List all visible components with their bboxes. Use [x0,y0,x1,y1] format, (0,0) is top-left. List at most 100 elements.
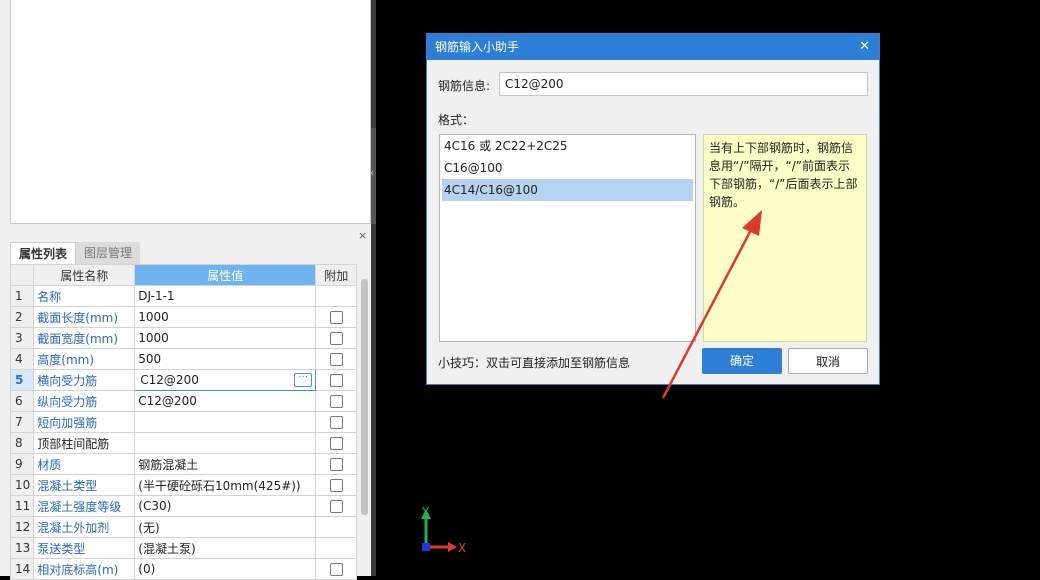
property-value[interactable]: (0) [134,558,317,580]
panel-splitter[interactable] [370,0,376,576]
property-value[interactable]: (C30) [134,495,317,517]
extra-checkbox[interactable] [329,416,343,429]
extra-checkbox[interactable] [329,458,343,471]
axis-indicator: Y X [421,505,466,555]
row-number: 1 [9,285,35,307]
property-name: 混凝土强度等级 [33,495,136,517]
splitter-collapse-handle[interactable] [370,128,376,224]
property-extra [315,537,358,559]
cancel-button[interactable]: 取消 [788,348,868,374]
property-extra [315,306,358,328]
extra-checkbox[interactable] [329,311,343,324]
tab-layer-manager[interactable]: 图层管理 [76,242,141,264]
tip-text: 小技巧：双击可直接添加至钢筋信息 [438,356,631,370]
table-row[interactable]: 9 材质 钢筋混凝土 [9,453,358,475]
property-value-text: C12@200 [140,373,199,387]
table-row[interactable]: 14 相对底标高(m) (0) [9,558,358,580]
row-number: 12 [9,516,35,538]
table-row[interactable]: 2 截面长度(mm) 1000 [9,306,358,328]
property-name: 横向受力筋 [33,369,136,391]
list-item[interactable]: 4C16 或 2C22+2C25 [440,135,695,157]
dialog-title-bar[interactable]: 钢筋输入小助手 ✕ [427,34,879,60]
table-row[interactable]: 1 名称 DJ-1-1 [9,285,358,307]
property-value[interactable]: (无) [134,516,317,538]
property-table: 属性名称 属性值 附加 1 名称 DJ-1-1 2 截面长度(mm) 1000 3 截面宽度(… [9,264,358,580]
property-value[interactable]: C12@200 [134,390,317,412]
property-value-text: (无) [138,520,160,535]
header-property-value[interactable]: 属性值 [134,264,317,286]
preview-area [10,0,371,224]
row-number: 6 [9,390,35,412]
table-row[interactable]: 12 混凝土外加剂 (无) [9,516,358,538]
table-row[interactable]: 5 横向受力筋 C12@200 ··· [9,369,358,391]
property-extra [315,453,358,475]
table-row[interactable]: 4 高度(mm) 500 [9,348,358,370]
extra-checkbox[interactable] [329,437,343,450]
list-item[interactable]: C16@100 [440,157,695,179]
row-number: 3 [9,327,35,349]
row-number: 2 [9,306,35,328]
table-row[interactable]: 10 混凝土类型 (半干硬砼砾石10mm(425#)) [9,474,358,496]
property-name: 相对底标高(m) [33,558,136,580]
extra-checkbox[interactable] [329,332,343,345]
property-value[interactable]: 1000 [134,327,317,349]
table-header: 属性名称 属性值 附加 [9,264,358,286]
table-row[interactable]: 7 短向加强筋 [9,411,358,433]
header-num [9,264,35,286]
property-name: 顶部柱间配筋 [33,432,136,454]
property-value[interactable]: 钢筋混凝土 [134,453,317,475]
property-value[interactable] [134,411,317,433]
extra-checkbox[interactable] [329,374,343,387]
property-value[interactable]: C12@200 ··· [134,369,317,391]
extra-checkbox[interactable] [329,500,343,513]
list-item[interactable]: 4C14/C16@100 [442,179,693,201]
format-label: 格式： [438,113,475,127]
rebar-info-input[interactable]: C12@200 [499,72,868,96]
header-property-name[interactable]: 属性名称 [33,264,136,286]
property-extra [315,348,358,370]
property-scrollbar[interactable] [358,264,371,576]
property-name: 材质 [33,453,136,475]
property-extra [315,516,358,538]
row-number: 4 [9,348,35,370]
property-extra [315,495,358,517]
y-axis-label: Y [421,505,430,519]
table-row[interactable]: 8 顶部柱间配筋 [9,432,358,454]
rebar-info-label: 钢筋信息: [438,79,491,93]
ok-button[interactable]: 确定 [702,348,782,374]
table-row[interactable]: 3 截面宽度(mm) 1000 [9,327,358,349]
property-name: 截面长度(mm) [33,306,136,328]
extra-checkbox[interactable] [329,563,343,576]
format-list[interactable]: 4C16 或 2C22+2C25 C16@100 4C14/C16@100 [439,134,696,342]
property-value[interactable]: 500 [134,348,317,370]
tab-property-list[interactable]: 属性列表 [10,242,77,264]
scrollbar-thumb[interactable] [361,279,368,515]
dialog-title: 钢筋输入小助手 [435,40,520,54]
table-row[interactable]: 13 泵送类型 (混凝土泵) [9,537,358,559]
extra-checkbox[interactable] [329,353,343,366]
row-number: 8 [9,432,35,454]
property-extra [315,369,358,391]
property-panel: × 属性列表 图层管理 属性名称 属性值 附加 1 名称 DJ-1-1 2 截面长度(m… [0,0,376,580]
property-name: 混凝土类型 [33,474,136,496]
dialog-close-icon[interactable]: ✕ [859,34,870,60]
row-number: 7 [9,411,35,433]
property-value-text: 500 [138,352,162,366]
header-extra[interactable]: 附加 [315,264,358,286]
extra-checkbox[interactable] [329,395,343,408]
extra-checkbox[interactable] [329,479,343,492]
table-row[interactable]: 11 混凝土强度等级 (C30) [9,495,358,517]
property-extra [315,432,358,454]
property-value[interactable]: (混凝土泵) [134,537,317,559]
panel-close-icon[interactable]: × [358,229,367,242]
property-name: 纵向受力筋 [33,390,136,412]
property-value[interactable] [134,432,317,454]
ellipsis-icon[interactable]: ··· [294,373,313,387]
property-extra [315,558,358,580]
property-value[interactable]: 1000 [134,306,317,328]
property-value[interactable]: DJ-1-1 [134,285,317,307]
table-row[interactable]: 6 纵向受力筋 C12@200 [9,390,358,412]
property-name: 短向加强筋 [33,411,136,433]
property-value-text: DJ-1-1 [138,289,175,303]
property-value[interactable]: (半干硬砼砾石10mm(425#)) [134,474,317,496]
